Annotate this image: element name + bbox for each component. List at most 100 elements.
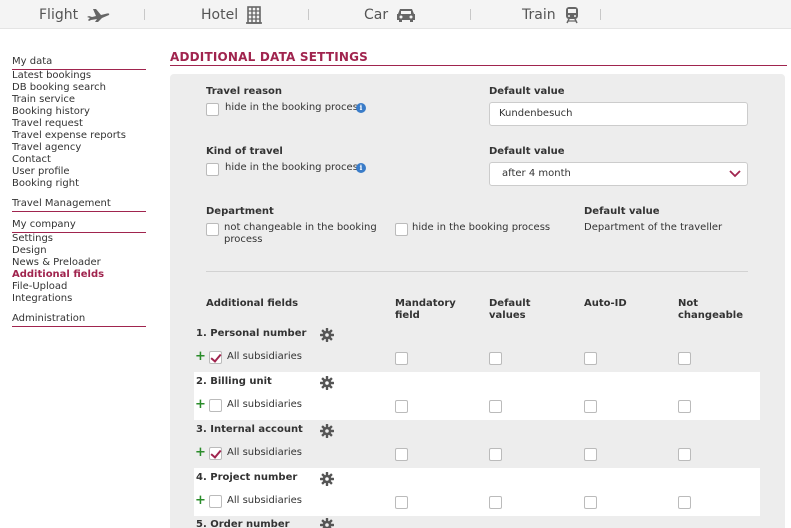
sidebar-my-company-items: Settings Design News & Preloader Additio… (12, 233, 146, 305)
section-divider (206, 271, 748, 272)
header-additional-fields: Additional fields (206, 298, 299, 309)
sidebar-item-travel-expense-reports[interactable]: Travel expense reports (12, 130, 146, 142)
travel-reason-hide-checkbox[interactable] (206, 103, 219, 116)
travel-reason-default-input[interactable]: Kundenbesuch (489, 102, 748, 126)
default-values-checkbox[interactable] (489, 496, 502, 509)
airplane-icon (87, 8, 110, 22)
sidebar-group-administration: Administration (12, 313, 146, 327)
gear-icon[interactable] (320, 376, 334, 390)
sidebar-item-news-preloader[interactable]: News & Preloader (12, 257, 146, 269)
subsidiaries-checkbox[interactable] (209, 495, 222, 508)
sidebar-heading-travel-management[interactable]: Travel Management (12, 198, 146, 210)
sidebar-item-integrations[interactable]: Integrations (12, 293, 146, 305)
sidebar-item-db-booking-search[interactable]: DB booking search (12, 82, 146, 94)
add-subsidiary-button[interactable]: + (195, 398, 206, 411)
field-name-personal-number: 1. Personal number (196, 328, 307, 339)
kind-of-travel-hide-checkbox[interactable] (206, 163, 219, 176)
field-name-project-number: 4. Project number (196, 472, 298, 483)
header-mandatory-field: Mandatory field (395, 298, 456, 321)
mandatory-checkbox[interactable] (395, 496, 408, 509)
building-icon (246, 5, 263, 24)
not-changeable-checkbox[interactable] (678, 352, 691, 365)
field-name-order-number: 5. Order number (196, 519, 290, 528)
car-icon (397, 8, 416, 22)
sidebar-item-travel-agency[interactable]: Travel agency (12, 142, 146, 154)
auto-id-checkbox[interactable] (584, 448, 597, 461)
department-hide-checkbox[interactable] (395, 223, 408, 236)
travel-reason-hide-label: hide in the booking process (225, 102, 364, 113)
subsidiaries-checkbox[interactable] (209, 351, 222, 364)
tab-separator (600, 9, 601, 20)
title-divider (170, 65, 787, 66)
info-icon[interactable]: i (356, 103, 366, 113)
sidebar-item-travel-request[interactable]: Travel request (12, 118, 146, 130)
gear-icon[interactable] (320, 518, 334, 528)
sidebar-item-additional-fields[interactable]: Additional fields (12, 269, 146, 281)
sidebar-item-latest-bookings[interactable]: Latest bookings (12, 70, 146, 82)
default-values-checkbox[interactable] (489, 352, 502, 365)
gear-icon[interactable] (320, 424, 334, 438)
mandatory-checkbox[interactable] (395, 352, 408, 365)
mandatory-checkbox[interactable] (395, 448, 408, 461)
gear-icon[interactable] (320, 472, 334, 486)
tab-hotel[interactable]: Hotel (201, 0, 263, 29)
not-changeable-checkbox[interactable] (678, 448, 691, 461)
page-title: ADDITIONAL DATA SETTINGS (170, 50, 369, 64)
add-subsidiary-button[interactable]: + (195, 446, 206, 459)
subsidiaries-label: All subsidiaries (227, 495, 302, 506)
sidebar-item-settings[interactable]: Settings (12, 233, 146, 245)
sidebar-group-my-company: My company (12, 219, 146, 233)
default-values-checkbox[interactable] (489, 448, 502, 461)
add-subsidiary-button[interactable]: + (195, 494, 206, 507)
header-not-changeable: Not changeable (678, 298, 743, 321)
add-subsidiary-button[interactable]: + (195, 350, 206, 363)
mandatory-checkbox[interactable] (395, 400, 408, 413)
department-hide-label: hide in the booking process (412, 222, 551, 233)
sidebar-heading-my-company[interactable]: My company (12, 219, 146, 231)
table-row (194, 372, 760, 420)
tab-separator (308, 9, 309, 20)
kind-of-travel-default-select[interactable]: after 4 month (489, 162, 748, 186)
sidebar-heading-my-data[interactable]: My data (12, 56, 146, 68)
subsidiaries-label: All subsidiaries (227, 351, 302, 362)
sidebar-heading-administration[interactable]: Administration (12, 313, 146, 325)
not-changeable-checkbox[interactable] (678, 400, 691, 413)
sidebar-item-file-upload[interactable]: File-Upload (12, 281, 146, 293)
top-navigation: Flight Hotel Car Train (0, 0, 791, 29)
kind-of-travel-default-label: Default value (489, 146, 565, 157)
department-not-changeable-label: not changeable in the booking process (224, 222, 377, 245)
not-changeable-checkbox[interactable] (678, 496, 691, 509)
kind-of-travel-label: Kind of travel (206, 146, 283, 157)
travel-reason-label: Travel reason (206, 86, 283, 97)
tab-flight-label: Flight (39, 6, 79, 23)
sidebar-item-design[interactable]: Design (12, 245, 146, 257)
auto-id-checkbox[interactable] (584, 400, 597, 413)
tab-train[interactable]: Train (522, 0, 580, 29)
subsidiaries-label: All subsidiaries (227, 399, 302, 410)
gear-icon[interactable] (320, 328, 334, 342)
sidebar-item-booking-right[interactable]: Booking right (12, 178, 146, 190)
auto-id-checkbox[interactable] (584, 352, 597, 365)
info-icon[interactable]: i (356, 163, 366, 173)
field-name-internal-account: 3. Internal account (196, 424, 303, 435)
tab-flight[interactable]: Flight (39, 0, 110, 29)
field-name-billing-unit: 2. Billing unit (196, 376, 272, 387)
sidebar-item-booking-history[interactable]: Booking history (12, 106, 146, 118)
subsidiaries-checkbox[interactable] (209, 399, 222, 412)
department-not-changeable-checkbox[interactable] (206, 223, 219, 236)
sidebar-item-user-profile[interactable]: User profile (12, 166, 146, 178)
department-default-value: Department of the traveller (584, 222, 723, 233)
tab-hotel-label: Hotel (201, 6, 239, 23)
tab-car[interactable]: Car (364, 0, 416, 29)
subsidiaries-checkbox[interactable] (209, 447, 222, 460)
sidebar-item-train-service[interactable]: Train service (12, 94, 146, 106)
tab-separator (470, 9, 471, 20)
kind-of-travel-selected-value: after 4 month (502, 168, 571, 179)
default-values-checkbox[interactable] (489, 400, 502, 413)
auto-id-checkbox[interactable] (584, 496, 597, 509)
sidebar-group-travel-management: Travel Management (12, 198, 146, 212)
header-default-values: Default values (489, 298, 531, 321)
department-label: Department (206, 206, 274, 217)
kind-of-travel-hide-label: hide in the booking process (225, 162, 364, 173)
sidebar-item-contact[interactable]: Contact (12, 154, 146, 166)
